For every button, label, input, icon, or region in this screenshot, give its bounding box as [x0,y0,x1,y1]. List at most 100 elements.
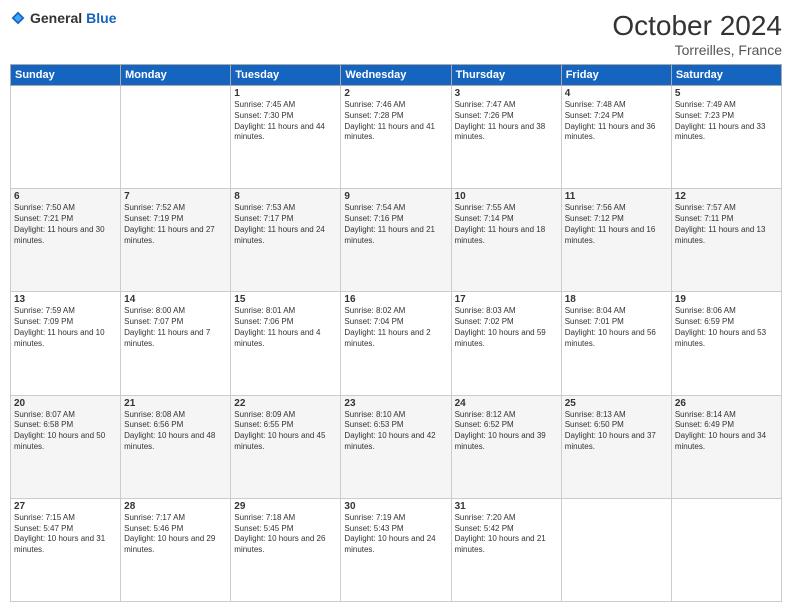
day-info: Sunrise: 8:12 AM Sunset: 6:52 PM Dayligh… [455,410,558,453]
day-info: Sunrise: 7:55 AM Sunset: 7:14 PM Dayligh… [455,203,558,246]
day-info: Sunrise: 8:09 AM Sunset: 6:55 PM Dayligh… [234,410,337,453]
day-number: 23 [344,398,447,409]
col-thursday: Thursday [451,65,561,86]
calendar-cell-w1-d3: 1Sunrise: 7:45 AM Sunset: 7:30 PM Daylig… [231,86,341,189]
calendar-cell-w5-d3: 29Sunrise: 7:18 AM Sunset: 5:45 PM Dayli… [231,498,341,601]
day-number: 27 [14,501,117,512]
calendar-cell-w1-d4: 2Sunrise: 7:46 AM Sunset: 7:28 PM Daylig… [341,86,451,189]
calendar-table: Sunday Monday Tuesday Wednesday Thursday… [10,64,782,602]
calendar-cell-w2-d4: 9Sunrise: 7:54 AM Sunset: 7:16 PM Daylig… [341,189,451,292]
day-number: 9 [344,191,447,202]
day-number: 12 [675,191,778,202]
day-number: 8 [234,191,337,202]
col-friday: Friday [561,65,671,86]
day-info: Sunrise: 7:49 AM Sunset: 7:23 PM Dayligh… [675,100,778,143]
day-info: Sunrise: 7:20 AM Sunset: 5:42 PM Dayligh… [455,513,558,556]
day-info: Sunrise: 7:53 AM Sunset: 7:17 PM Dayligh… [234,203,337,246]
day-number: 22 [234,398,337,409]
day-number: 19 [675,294,778,305]
calendar-cell-w5-d5: 31Sunrise: 7:20 AM Sunset: 5:42 PM Dayli… [451,498,561,601]
col-wednesday: Wednesday [341,65,451,86]
day-info: Sunrise: 8:08 AM Sunset: 6:56 PM Dayligh… [124,410,227,453]
calendar-cell-w4-d2: 21Sunrise: 8:08 AM Sunset: 6:56 PM Dayli… [121,395,231,498]
calendar-cell-w3-d2: 14Sunrise: 8:00 AM Sunset: 7:07 PM Dayli… [121,292,231,395]
header: GeneralBlue October 2024 Torreilles, Fra… [10,10,782,58]
day-number: 20 [14,398,117,409]
day-number: 11 [565,191,668,202]
calendar-cell-w1-d5: 3Sunrise: 7:47 AM Sunset: 7:26 PM Daylig… [451,86,561,189]
calendar-week-2: 6Sunrise: 7:50 AM Sunset: 7:21 PM Daylig… [11,189,782,292]
day-info: Sunrise: 8:13 AM Sunset: 6:50 PM Dayligh… [565,410,668,453]
day-info: Sunrise: 7:47 AM Sunset: 7:26 PM Dayligh… [455,100,558,143]
logo-icon [10,10,26,26]
day-number: 5 [675,88,778,99]
calendar-cell-w2-d2: 7Sunrise: 7:52 AM Sunset: 7:19 PM Daylig… [121,189,231,292]
day-info: Sunrise: 7:54 AM Sunset: 7:16 PM Dayligh… [344,203,447,246]
calendar-cell-w5-d4: 30Sunrise: 7:19 AM Sunset: 5:43 PM Dayli… [341,498,451,601]
calendar-week-3: 13Sunrise: 7:59 AM Sunset: 7:09 PM Dayli… [11,292,782,395]
calendar-cell-w4-d6: 25Sunrise: 8:13 AM Sunset: 6:50 PM Dayli… [561,395,671,498]
calendar-cell-w4-d7: 26Sunrise: 8:14 AM Sunset: 6:49 PM Dayli… [671,395,781,498]
day-number: 17 [455,294,558,305]
logo: GeneralBlue [10,10,116,26]
col-sunday: Sunday [11,65,121,86]
day-info: Sunrise: 7:50 AM Sunset: 7:21 PM Dayligh… [14,203,117,246]
day-info: Sunrise: 8:14 AM Sunset: 6:49 PM Dayligh… [675,410,778,453]
day-number: 31 [455,501,558,512]
calendar-cell-w3-d1: 13Sunrise: 7:59 AM Sunset: 7:09 PM Dayli… [11,292,121,395]
location-subtitle: Torreilles, France [612,42,782,58]
day-info: Sunrise: 7:45 AM Sunset: 7:30 PM Dayligh… [234,100,337,143]
calendar-cell-w5-d7 [671,498,781,601]
calendar-cell-w3-d5: 17Sunrise: 8:03 AM Sunset: 7:02 PM Dayli… [451,292,561,395]
calendar-cell-w5-d1: 27Sunrise: 7:15 AM Sunset: 5:47 PM Dayli… [11,498,121,601]
day-number: 28 [124,501,227,512]
day-number: 25 [565,398,668,409]
calendar-cell-w3-d6: 18Sunrise: 8:04 AM Sunset: 7:01 PM Dayli… [561,292,671,395]
day-info: Sunrise: 7:57 AM Sunset: 7:11 PM Dayligh… [675,203,778,246]
day-number: 2 [344,88,447,99]
day-number: 29 [234,501,337,512]
day-number: 18 [565,294,668,305]
day-number: 26 [675,398,778,409]
page: GeneralBlue October 2024 Torreilles, Fra… [0,0,792,612]
calendar-week-4: 20Sunrise: 8:07 AM Sunset: 6:58 PM Dayli… [11,395,782,498]
calendar-cell-w1-d6: 4Sunrise: 7:48 AM Sunset: 7:24 PM Daylig… [561,86,671,189]
calendar-cell-w3-d7: 19Sunrise: 8:06 AM Sunset: 6:59 PM Dayli… [671,292,781,395]
day-number: 15 [234,294,337,305]
day-info: Sunrise: 7:52 AM Sunset: 7:19 PM Dayligh… [124,203,227,246]
day-number: 1 [234,88,337,99]
logo-text-general: General [30,10,82,26]
day-number: 21 [124,398,227,409]
calendar-header-row: Sunday Monday Tuesday Wednesday Thursday… [11,65,782,86]
day-info: Sunrise: 8:03 AM Sunset: 7:02 PM Dayligh… [455,306,558,349]
calendar-cell-w3-d3: 15Sunrise: 8:01 AM Sunset: 7:06 PM Dayli… [231,292,341,395]
day-info: Sunrise: 7:59 AM Sunset: 7:09 PM Dayligh… [14,306,117,349]
logo-text-blue: Blue [86,10,116,26]
day-info: Sunrise: 7:17 AM Sunset: 5:46 PM Dayligh… [124,513,227,556]
day-info: Sunrise: 8:06 AM Sunset: 6:59 PM Dayligh… [675,306,778,349]
day-number: 6 [14,191,117,202]
day-info: Sunrise: 7:15 AM Sunset: 5:47 PM Dayligh… [14,513,117,556]
calendar-cell-w2-d3: 8Sunrise: 7:53 AM Sunset: 7:17 PM Daylig… [231,189,341,292]
col-saturday: Saturday [671,65,781,86]
calendar-week-5: 27Sunrise: 7:15 AM Sunset: 5:47 PM Dayli… [11,498,782,601]
calendar-cell-w1-d1 [11,86,121,189]
day-number: 16 [344,294,447,305]
calendar-cell-w5-d6 [561,498,671,601]
day-info: Sunrise: 8:07 AM Sunset: 6:58 PM Dayligh… [14,410,117,453]
day-info: Sunrise: 8:00 AM Sunset: 7:07 PM Dayligh… [124,306,227,349]
day-number: 24 [455,398,558,409]
day-info: Sunrise: 7:19 AM Sunset: 5:43 PM Dayligh… [344,513,447,556]
day-info: Sunrise: 8:04 AM Sunset: 7:01 PM Dayligh… [565,306,668,349]
day-number: 30 [344,501,447,512]
calendar-cell-w4-d4: 23Sunrise: 8:10 AM Sunset: 6:53 PM Dayli… [341,395,451,498]
calendar-cell-w1-d2 [121,86,231,189]
calendar-cell-w4-d3: 22Sunrise: 8:09 AM Sunset: 6:55 PM Dayli… [231,395,341,498]
calendar-week-1: 1Sunrise: 7:45 AM Sunset: 7:30 PM Daylig… [11,86,782,189]
day-info: Sunrise: 8:10 AM Sunset: 6:53 PM Dayligh… [344,410,447,453]
calendar-cell-w3-d4: 16Sunrise: 8:02 AM Sunset: 7:04 PM Dayli… [341,292,451,395]
day-number: 4 [565,88,668,99]
calendar-cell-w2-d7: 12Sunrise: 7:57 AM Sunset: 7:11 PM Dayli… [671,189,781,292]
day-number: 3 [455,88,558,99]
day-info: Sunrise: 8:02 AM Sunset: 7:04 PM Dayligh… [344,306,447,349]
